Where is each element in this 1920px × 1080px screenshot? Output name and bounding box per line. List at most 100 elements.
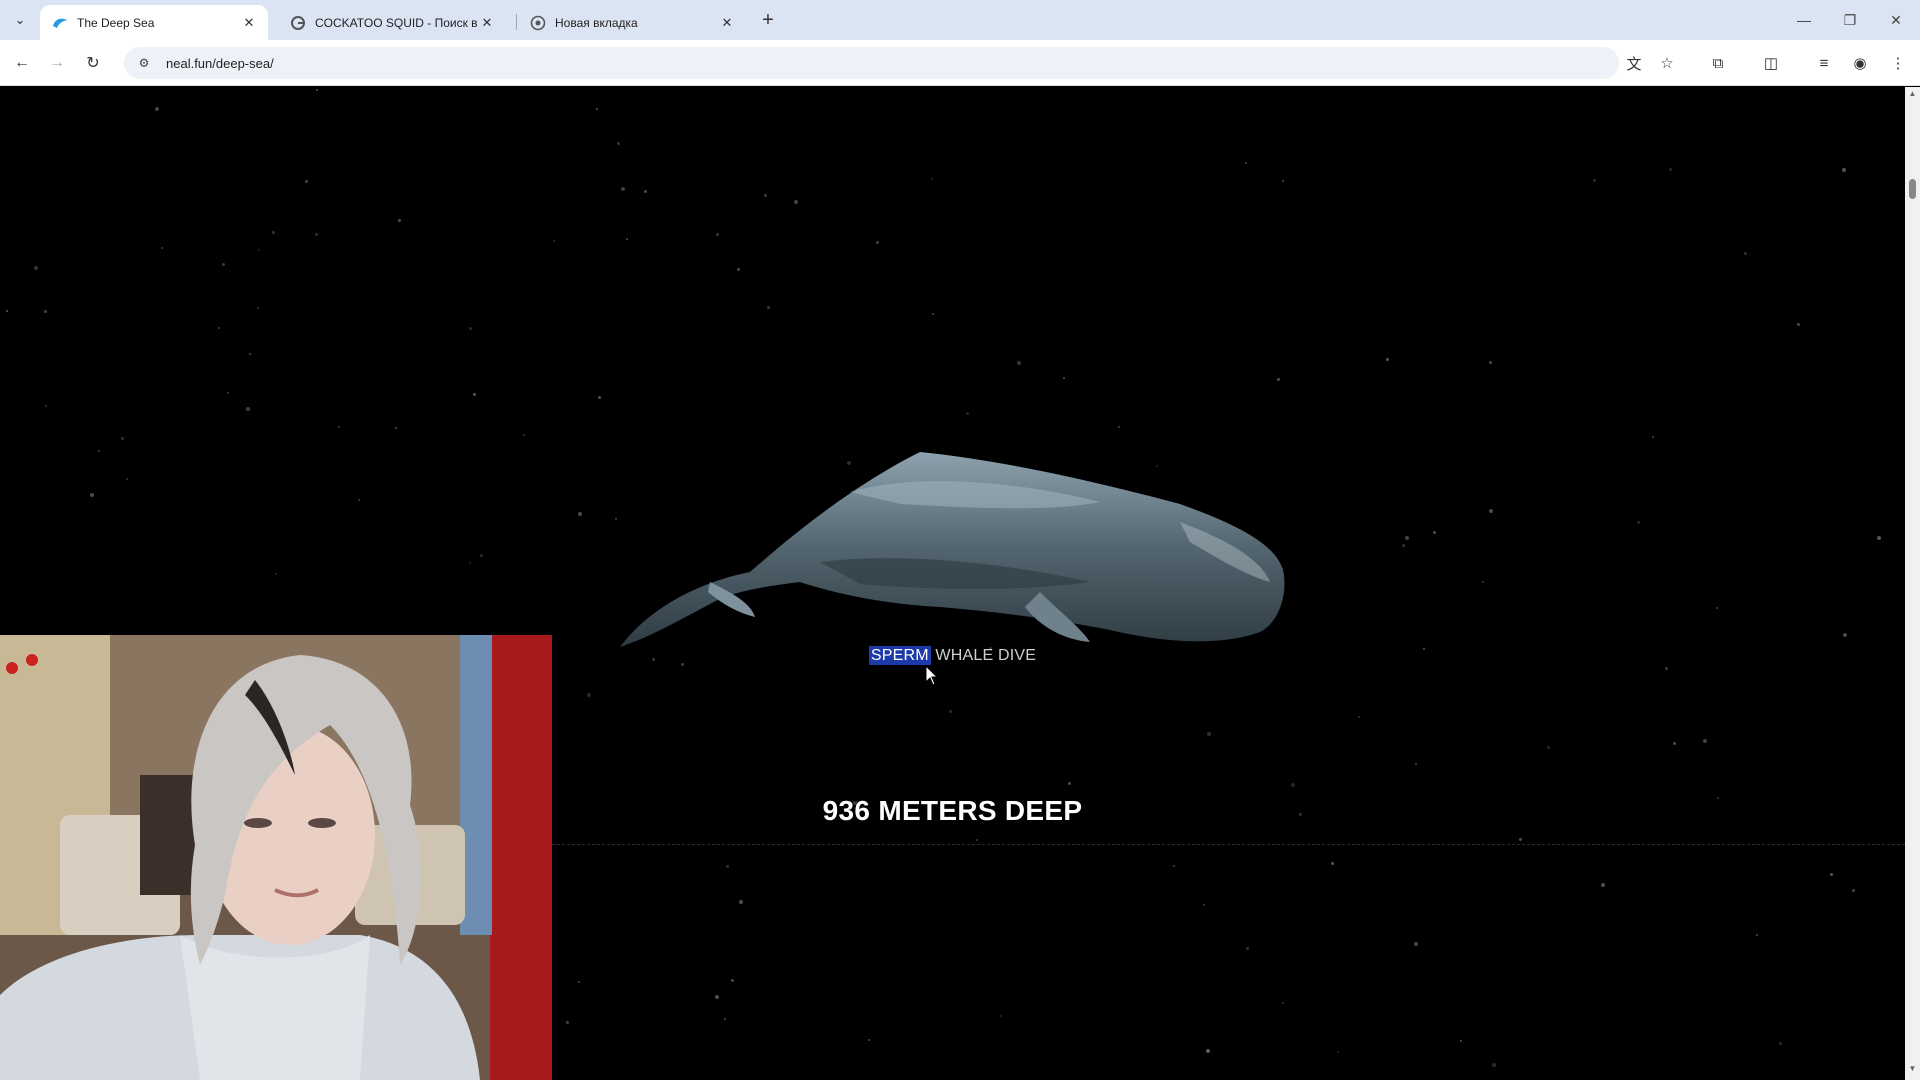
tab-new-tab[interactable]: Новая вкладка ✕	[518, 5, 746, 40]
star	[1637, 521, 1640, 524]
scroll-up-icon[interactable]: ▲	[1905, 89, 1920, 103]
star	[1282, 1002, 1284, 1004]
star	[246, 407, 250, 411]
star	[1797, 323, 1800, 326]
star	[218, 327, 220, 329]
star	[1206, 1049, 1210, 1053]
star	[726, 865, 729, 868]
site-info-icon[interactable]: ⚙	[134, 56, 154, 70]
extensions-button[interactable]: ⧉	[1706, 51, 1730, 75]
star	[578, 512, 582, 516]
star	[966, 412, 969, 415]
star	[1703, 739, 1707, 743]
star	[222, 263, 225, 266]
star	[1601, 883, 1605, 887]
address-bar[interactable]: ⚙ neal.fun/deep-sea/	[124, 47, 1619, 79]
scroll-down-icon[interactable]: ▼	[1905, 1064, 1920, 1078]
media-controls-button[interactable]: ≡	[1812, 51, 1836, 75]
restore-icon: ❐	[1843, 11, 1857, 28]
star	[1386, 358, 1389, 361]
sperm-whale-illustration	[620, 452, 1285, 647]
star	[1489, 509, 1493, 513]
browser-toolbar: ← → ↻ ⚙ neal.fun/deep-sea/ 文 ☆ ⧉ ◫ ≡ ◉ ⋮	[0, 40, 1920, 86]
mouse-cursor-icon	[925, 665, 939, 686]
profile-icon: ◉	[1853, 55, 1867, 72]
star	[767, 306, 770, 309]
chrome-favicon-icon	[530, 15, 546, 31]
plus-icon: +	[762, 8, 774, 31]
star	[931, 178, 933, 180]
creature-label-rest: WHALE DIVE	[930, 647, 1037, 664]
webcam-overlay	[0, 635, 552, 1080]
star	[626, 238, 628, 240]
star	[98, 450, 100, 452]
page-scrollbar[interactable]: ▲ ▼	[1905, 87, 1920, 1080]
star	[596, 108, 598, 110]
star	[1830, 873, 1833, 876]
star	[1405, 536, 1409, 540]
close-icon: ✕	[1890, 11, 1902, 28]
tab-google-search[interactable]: COCKATOO SQUID - Поиск в G ✕	[278, 5, 506, 40]
star	[1460, 1040, 1462, 1042]
close-tab-icon[interactable]: ✕	[240, 14, 258, 32]
side-panel-button[interactable]: ◫	[1759, 51, 1783, 75]
menu-button[interactable]: ⋮	[1886, 51, 1910, 75]
close-tab-icon[interactable]: ✕	[478, 14, 496, 32]
star	[121, 437, 124, 440]
star	[6, 310, 8, 312]
forward-button[interactable]: →	[45, 51, 69, 75]
google-favicon-icon	[290, 15, 306, 31]
star-icon: ☆	[1660, 55, 1674, 72]
close-window-button[interactable]: ✕	[1882, 8, 1910, 32]
star	[1842, 168, 1846, 172]
star	[553, 240, 555, 242]
webcam-video-image	[0, 635, 552, 1080]
minimize-button[interactable]: —	[1790, 8, 1818, 32]
star	[1433, 531, 1436, 534]
back-button[interactable]: ←	[10, 51, 34, 75]
chevron-down-icon: ⌄	[14, 12, 26, 27]
tab-search-dropdown[interactable]: ⌄	[8, 8, 32, 32]
star	[523, 434, 525, 436]
star	[1246, 947, 1249, 950]
star	[724, 1018, 726, 1020]
star	[1277, 378, 1280, 381]
star	[272, 231, 275, 234]
star	[315, 233, 318, 236]
star	[1017, 361, 1021, 365]
star	[1291, 783, 1295, 787]
star	[398, 219, 401, 222]
tab-deep-sea[interactable]: The Deep Sea ✕	[40, 5, 268, 40]
translate-button[interactable]: 文	[1622, 51, 1646, 75]
scroll-thumb[interactable]	[1909, 179, 1916, 199]
star	[598, 396, 601, 399]
kebab-menu-icon: ⋮	[1890, 55, 1906, 72]
star	[876, 241, 879, 244]
star	[480, 554, 483, 557]
reload-button[interactable]: ↻	[81, 51, 105, 75]
restore-button[interactable]: ❐	[1836, 8, 1864, 32]
new-tab-button[interactable]: +	[756, 8, 780, 32]
star	[615, 518, 617, 520]
side-panel-icon: ◫	[1763, 55, 1779, 72]
star	[1673, 742, 1676, 745]
star	[1519, 838, 1522, 841]
close-tab-icon[interactable]: ✕	[718, 14, 736, 32]
star	[249, 353, 251, 355]
star	[1173, 865, 1175, 867]
tab-bar: ⌄ The Deep Sea ✕ COCKATOO SQUID - Поиск …	[0, 0, 1920, 40]
star	[644, 190, 647, 193]
creature-label-selected: SPERM	[868, 646, 931, 665]
star	[578, 981, 580, 983]
bookmark-button[interactable]: ☆	[1655, 51, 1679, 75]
star	[358, 499, 360, 501]
depth-marker-line	[552, 844, 1905, 845]
star	[1593, 179, 1596, 182]
star	[1482, 581, 1484, 583]
star	[258, 249, 260, 251]
star	[976, 839, 978, 841]
star	[1652, 436, 1654, 438]
arrow-left-icon: ←	[14, 54, 30, 71]
profile-button[interactable]: ◉	[1848, 51, 1872, 75]
star	[469, 327, 472, 330]
